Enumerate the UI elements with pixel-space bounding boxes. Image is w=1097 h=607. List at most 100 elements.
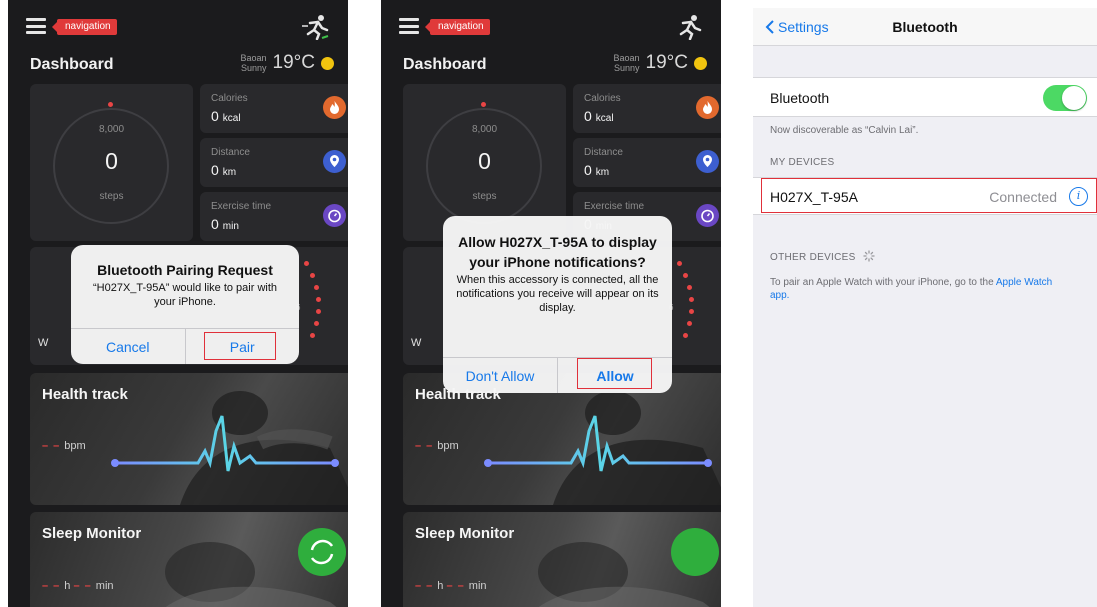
steps-value: 0 xyxy=(478,148,491,174)
sleep-minutes-unit: min xyxy=(468,580,487,592)
heart-rate-unit: bpm xyxy=(437,440,459,452)
sleep-monitor-card[interactable]: Sleep Monitor – – h – – min xyxy=(403,512,721,607)
other-devices-header: OTHER DEVICES xyxy=(770,250,875,263)
distance-card[interactable]: Distance 0 km xyxy=(200,138,348,187)
navigation-tag: navigation xyxy=(52,19,117,35)
exercise-label: Exercise time xyxy=(584,201,645,212)
notification-dialog-message: When this accessory is connected, all th… xyxy=(456,274,659,314)
exercise-unit: min xyxy=(222,221,239,232)
toggle-knob xyxy=(1062,86,1086,110)
heart-rate-readout: – – bpm xyxy=(42,440,86,452)
sleep-hours-unit: h xyxy=(437,580,444,592)
flame-icon xyxy=(696,96,719,119)
sync-icon xyxy=(310,539,334,565)
menu-icon[interactable] xyxy=(399,18,419,34)
distance-unit: km xyxy=(222,167,237,178)
bluetooth-toggle-row: Bluetooth xyxy=(753,77,1097,117)
steps-unit: steps xyxy=(99,191,124,202)
exercise-value: 0 xyxy=(211,216,219,232)
calories-label: Calories xyxy=(211,93,248,104)
stopwatch-icon xyxy=(323,204,346,227)
steps-goal: 8,000 xyxy=(471,124,498,135)
distance-label: Distance xyxy=(211,147,250,158)
weather-condition: Sunny xyxy=(241,63,267,73)
sleep-minutes-value: – – xyxy=(73,580,92,592)
ring-progress-dot xyxy=(481,102,486,107)
distance-value: 0 xyxy=(211,162,219,178)
exercise-label: Exercise time xyxy=(211,201,272,212)
bluetooth-toggle-label: Bluetooth xyxy=(770,90,830,106)
heart-rate-readout: – – bpm xyxy=(415,440,459,452)
device-row-highlight xyxy=(761,178,1097,213)
sleep-monitor-card[interactable]: Sleep Monitor – – h – – min xyxy=(30,512,348,607)
steps-card[interactable]: 8,000 0 steps xyxy=(30,84,193,241)
cancel-button[interactable]: Cancel xyxy=(71,329,185,364)
calories-value: 0 xyxy=(211,108,219,124)
sun-icon xyxy=(321,56,334,70)
health-track-card[interactable]: Health track – – bpm xyxy=(30,373,348,505)
sleep-monitor-title: Sleep Monitor xyxy=(42,525,142,542)
band-label-fragment: W xyxy=(411,337,422,349)
sleep-minutes-unit: min xyxy=(95,580,114,592)
location-pin-icon xyxy=(696,150,719,173)
heartbeat-line-icon xyxy=(484,415,712,472)
calories-value: 0 xyxy=(584,108,592,124)
heart-rate-unit: bpm xyxy=(64,440,86,452)
my-devices-header: MY DEVICES xyxy=(770,157,835,168)
calories-card[interactable]: Calories 0 kcal xyxy=(200,84,348,133)
apple-watch-hint-text: To pair an Apple Watch with your iPhone,… xyxy=(770,277,994,288)
pairing-dialog-message: “H027X_T-95A” would like to pair with yo… xyxy=(92,282,278,308)
app-top-bar: navigation xyxy=(26,14,336,42)
distance-value: 0 xyxy=(584,162,592,178)
pair-button-highlight xyxy=(204,332,276,360)
sleep-duration-readout: – – h – – min xyxy=(42,580,114,592)
runner-icon[interactable] xyxy=(300,14,330,40)
ring-progress-dot xyxy=(108,102,113,107)
calories-label: Calories xyxy=(584,93,621,104)
dont-allow-button[interactable]: Don't Allow xyxy=(443,358,557,393)
calories-unit: kcal xyxy=(222,113,241,124)
sleep-hours-unit: h xyxy=(64,580,71,592)
apple-watch-hint: To pair an Apple Watch with your iPhone,… xyxy=(770,276,1070,302)
distance-card[interactable]: Distance 0 km xyxy=(573,138,721,187)
calories-unit: kcal xyxy=(595,113,614,124)
phone-screen-pairing: navigation Dashboard Baoan Sunny 19°C 8,0… xyxy=(8,0,348,607)
heart-rate-value: – – xyxy=(415,440,434,452)
menu-icon[interactable] xyxy=(26,18,46,34)
app-top-bar: navigation xyxy=(399,14,709,42)
heart-rate-value: – – xyxy=(42,440,61,452)
band-ring-dots: 6 xyxy=(296,259,330,349)
allow-button-highlight xyxy=(577,358,652,389)
distance-label: Distance xyxy=(584,147,623,158)
calories-card[interactable]: Calories 0 kcal xyxy=(573,84,721,133)
band-label-fragment: W xyxy=(38,337,49,349)
dashboard-title: Dashboard xyxy=(30,56,114,73)
sleep-hours-value: – – xyxy=(42,580,61,592)
weather-condition: Sunny xyxy=(614,63,640,73)
other-devices-label: OTHER DEVICES xyxy=(770,252,856,263)
location-pin-icon xyxy=(323,150,346,173)
steps-goal: 8,000 xyxy=(98,124,125,135)
weather-widget: Baoan Sunny 19°C xyxy=(241,52,334,74)
sleep-monitor-title: Sleep Monitor xyxy=(415,525,515,542)
stopwatch-icon xyxy=(696,204,719,227)
runner-icon[interactable] xyxy=(673,14,703,40)
navigation-tag: navigation xyxy=(425,19,490,35)
steps-unit: steps xyxy=(472,191,497,202)
flame-icon xyxy=(323,96,346,119)
notification-dialog-title: Allow H027X_T-95A to display your iPhone… xyxy=(458,234,657,270)
steps-value: 0 xyxy=(105,148,118,174)
settings-nav-bar: Settings Bluetooth xyxy=(753,8,1097,46)
dashboard-title: Dashboard xyxy=(403,56,487,73)
sleep-sync-button[interactable] xyxy=(671,528,719,576)
bluetooth-toggle-switch[interactable] xyxy=(1043,85,1087,111)
exercise-card[interactable]: Exercise time 0min xyxy=(200,192,348,241)
sleep-minutes-value: – – xyxy=(446,580,465,592)
sleep-duration-readout: – – h – – min xyxy=(415,580,487,592)
weather-city: Baoan xyxy=(240,53,267,63)
phone-screen-notifications: navigation Dashboard Baoan Sunny 19°C 8,0… xyxy=(381,0,721,607)
health-track-title: Health track xyxy=(42,386,128,403)
pairing-dialog-title: Bluetooth Pairing Request xyxy=(97,262,273,278)
weather-temperature: 19°C xyxy=(272,52,315,73)
sleep-sync-button[interactable] xyxy=(298,528,346,576)
